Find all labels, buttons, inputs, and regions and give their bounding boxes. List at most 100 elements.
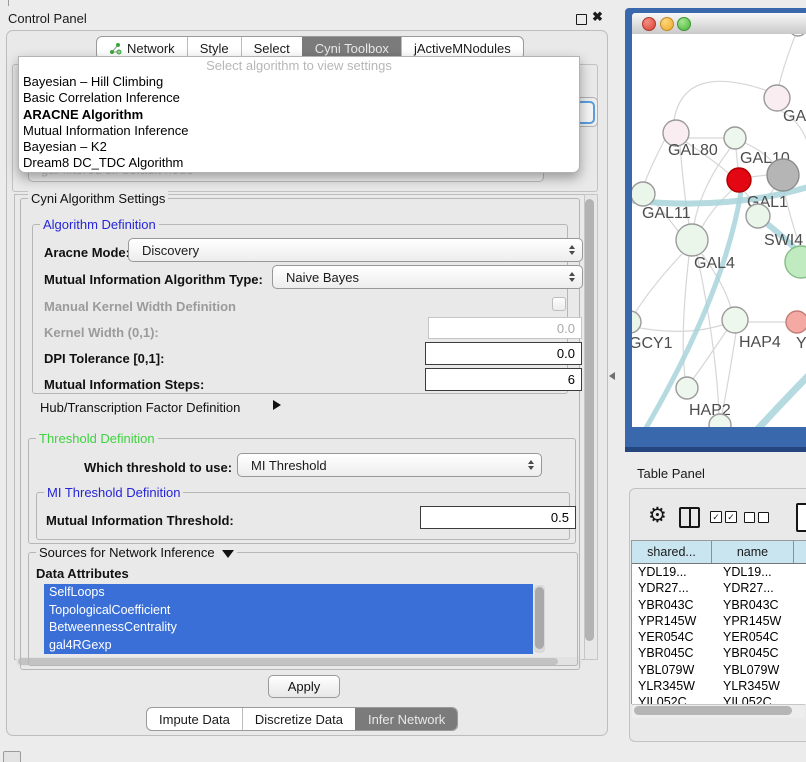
columns-icon[interactable] [679, 507, 700, 528]
stepper-icon [569, 245, 575, 255]
algorithm-option-bayesian-hill-climbing[interactable]: Bayesian – Hill Climbing [19, 74, 579, 90]
table-row[interactable]: YBR043CYBR043C [632, 597, 806, 613]
table-row[interactable]: YLR345WYLR345W9. [632, 678, 806, 694]
panel-collapse-arrow-icon[interactable] [609, 372, 615, 380]
attribute-item-topologicalcoefficient[interactable]: TopologicalCoefficient [44, 602, 533, 620]
algorithm-option-basic-correlation-inference[interactable]: Basic Correlation Inference [19, 90, 579, 106]
gear-icon[interactable]: ⚙ [648, 503, 667, 528]
network-canvas[interactable]: GALGAL80GAL10GAL1GAL11SWI4GAL4GCY1HAP4YH… [632, 34, 806, 427]
network-node-gal11[interactable] [632, 182, 655, 206]
deselect-all-columns-icon[interactable] [744, 512, 769, 523]
network-edge[interactable] [736, 149, 738, 168]
aracne-mode-combo[interactable]: Discovery [128, 238, 583, 262]
aracne-mode-value: Discovery [142, 243, 199, 258]
network-edge-thick[interactable] [735, 364, 806, 427]
which-threshold-combo[interactable]: MI Threshold [237, 453, 542, 477]
network-edge[interactable] [645, 139, 665, 182]
select-all-columns-icon[interactable]: ✓✓ [710, 511, 737, 523]
column-header-2[interactable] [794, 541, 806, 563]
table-row[interactable]: YER054CYER054C8. [632, 629, 806, 645]
network-node[interactable] [789, 34, 806, 36]
collapsed-panel-icon[interactable] [3, 751, 21, 762]
tab-discretize-data[interactable]: Discretize Data [242, 708, 355, 730]
mi-type-combo[interactable]: Naive Bayes [272, 265, 583, 289]
manual-kernel-checkbox[interactable] [552, 297, 566, 311]
algorithm-option-dream8-dc-tdc-algorithm[interactable]: Dream8 DC_TDC Algorithm [19, 155, 579, 171]
network-node-gcy1[interactable] [632, 311, 641, 333]
network-edge[interactable] [693, 330, 727, 379]
expand-right-icon[interactable] [273, 400, 281, 410]
table-row[interactable]: YBR045CYBR045C9. [632, 645, 806, 661]
algorithm-option-aracne-algorithm[interactable]: ARACNE Algorithm [19, 107, 579, 123]
network-node-label: GAL [783, 108, 806, 125]
apply-button[interactable]: Apply [268, 675, 340, 698]
network-node-gal4[interactable] [676, 224, 708, 256]
network-edge[interactable] [635, 254, 682, 313]
mi-steps-field[interactable]: 6 [425, 368, 582, 391]
network-node-label: GAL80 [668, 142, 718, 159]
algorithm-definition-legend: Algorithm Definition [40, 217, 159, 232]
attribute-item-betweennesscentrality[interactable]: BetweennessCentrality [44, 619, 533, 637]
dpi-tolerance-field[interactable]: 0.0 [425, 342, 582, 365]
mi-steps-label: Mutual Information Steps: [44, 377, 204, 392]
table-cell: YDL19... [717, 564, 804, 580]
attributes-list-scrollbar[interactable] [534, 585, 545, 653]
network-node-gal1[interactable] [727, 168, 751, 192]
table-row[interactable]: YPR145WYPR145W9. [632, 613, 806, 629]
table-cell: YIL052C [632, 694, 717, 704]
table-row[interactable]: YDR27...YDR27...12 [632, 580, 806, 596]
mi-threshold-field[interactable]: 0.5 [420, 506, 576, 529]
network-window-titlebar[interactable] [632, 13, 806, 35]
table-horizontal-scrollbar-thumb[interactable] [634, 706, 792, 715]
dropdown-placeholder: Select algorithm to view settings [19, 57, 579, 74]
network-node-gal10[interactable] [724, 127, 746, 149]
table-cell: YDR27... [717, 580, 804, 596]
network-node-swi4[interactable] [746, 204, 770, 228]
network-node-label: Y [796, 335, 806, 352]
kernel-width-field[interactable]: 0.0 [428, 317, 582, 339]
tab-label: Discretize Data [255, 712, 343, 727]
network-edge[interactable] [674, 81, 768, 120]
column-header-name[interactable]: name [712, 541, 794, 563]
mi-threshold-legend: MI Threshold Definition [44, 485, 183, 500]
hub-definition-label[interactable]: Hub/Transcription Factor Definition [40, 400, 240, 415]
network-node-hap4[interactable] [722, 307, 748, 333]
tab-impute-data[interactable]: Impute Data [147, 708, 242, 730]
sources-legend: Sources for Network Inference [36, 545, 237, 560]
zoom-traffic-light-icon[interactable] [677, 17, 691, 31]
tab-label: Infer Network [368, 712, 445, 727]
tab-infer-network[interactable]: Infer Network [355, 708, 457, 730]
network-edge[interactable] [779, 34, 798, 85]
tab-label: jActiveMNodules [414, 41, 511, 56]
close-icon[interactable]: ✖ [592, 9, 603, 25]
network-node-y[interactable] [786, 311, 806, 333]
algorithm-option-bayesian-k2[interactable]: Bayesian – K2 [19, 139, 579, 155]
table-cell: YBL079W [717, 662, 804, 678]
kernel-width-label: Kernel Width (0,1): [44, 325, 159, 340]
table-cell: YLR345W [717, 678, 804, 694]
tab-label: Impute Data [159, 712, 230, 727]
column-header-shared[interactable]: shared... [632, 541, 712, 563]
table-row[interactable]: YIL052CYIL052C9 [632, 694, 806, 704]
close-traffic-light-icon[interactable] [642, 17, 656, 31]
minimize-traffic-light-icon[interactable] [660, 17, 674, 31]
mi-type-label: Mutual Information Algorithm Type: [44, 272, 263, 287]
table-cell: YDL19... [632, 564, 717, 580]
network-node-hap2[interactable] [676, 377, 698, 399]
document-icon[interactable] [796, 503, 806, 532]
network-edge[interactable] [702, 190, 732, 227]
network-node[interactable] [767, 159, 799, 191]
table-row[interactable]: YBL079WYBL079W [632, 662, 806, 678]
attribute-item-gal4rgexp[interactable]: gal4RGexp [44, 637, 533, 655]
data-attributes-list[interactable]: SelfLoopsTopologicalCoefficientBetweenne… [44, 584, 533, 654]
table-row[interactable]: YDL19...YDL19...13 [632, 564, 806, 580]
network-node[interactable] [785, 246, 806, 278]
network-edge[interactable] [751, 175, 767, 177]
collapse-down-icon[interactable] [222, 550, 234, 558]
attribute-item-selfloops[interactable]: SelfLoops [44, 584, 533, 602]
algorithm-option-mutual-information-inference[interactable]: Mutual Information Inference [19, 123, 579, 139]
node-table[interactable]: shared...name YDL19...YDL19...13YDR27...… [631, 540, 806, 704]
settings-vertical-scrollbar-thumb[interactable] [585, 199, 594, 641]
table-cell: YER054C [632, 629, 717, 645]
float-window-icon[interactable] [576, 14, 587, 25]
